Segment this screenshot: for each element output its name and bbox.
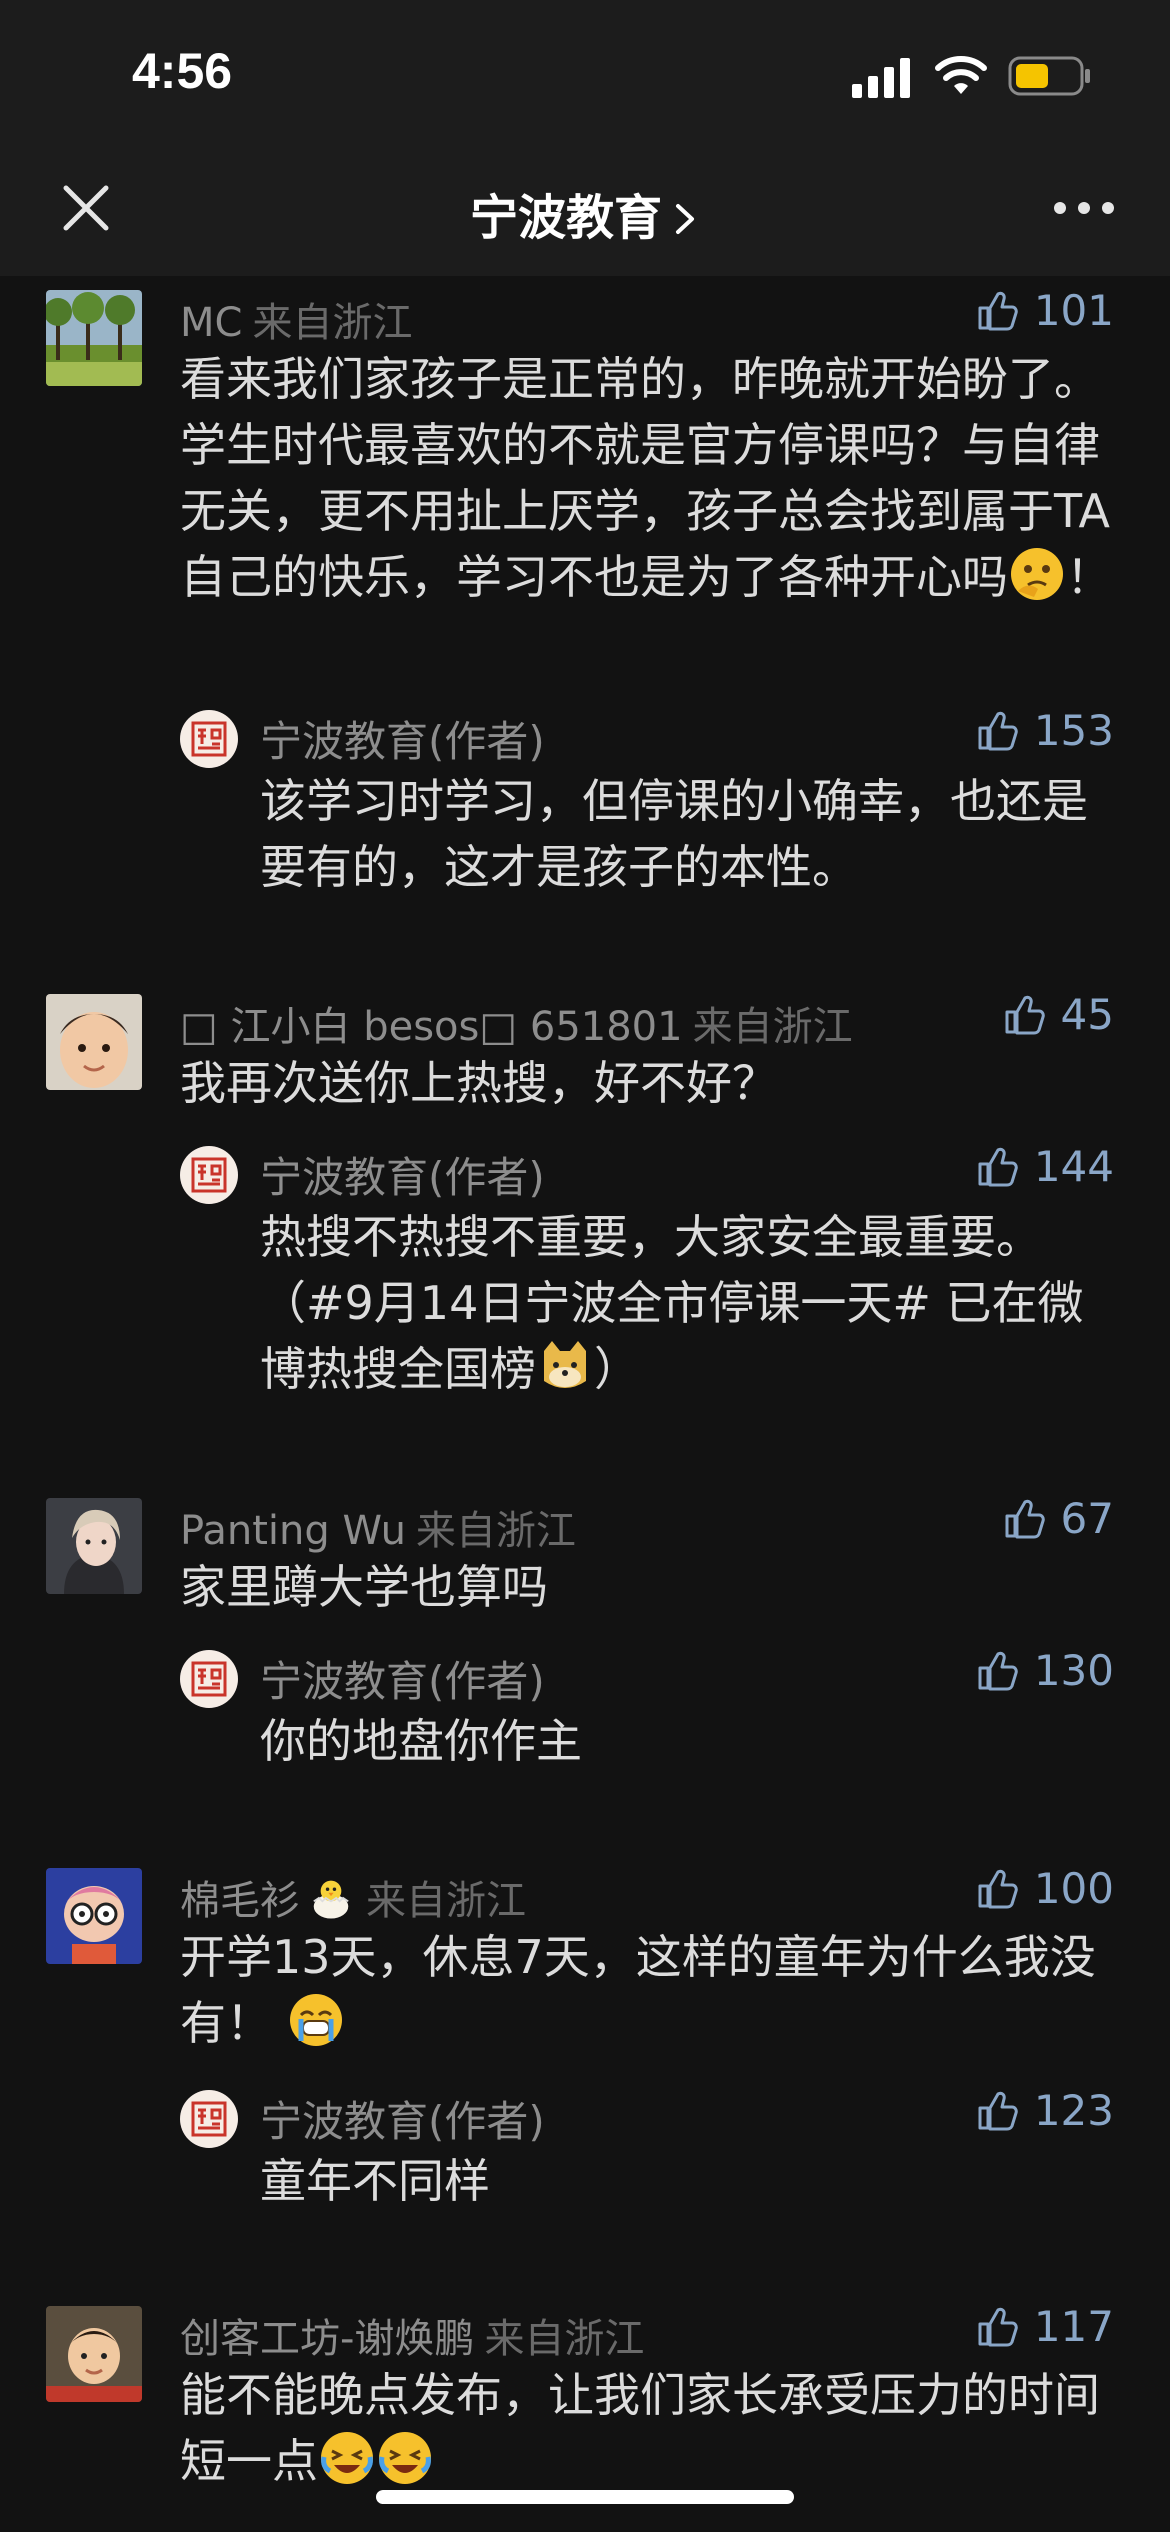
like-button[interactable]: 100 [974, 1864, 1114, 1913]
reply-like-button[interactable]: 130 [974, 1646, 1114, 1695]
crying-emoji [289, 1994, 342, 2046]
commenter-name[interactable]: 棉毛衫 来自浙江 [180, 1868, 526, 1926]
seal-logo-icon [180, 1650, 238, 1708]
commenter-location: 来自浙江 [415, 1508, 576, 1554]
like-button[interactable]: 45 [1001, 990, 1114, 1039]
commenter-name[interactable]: MC 来自浙江 [180, 290, 412, 348]
like-button[interactable]: 101 [974, 286, 1114, 335]
woman-avatar-image [46, 1498, 142, 1594]
page-title[interactable]: 宁波教育 [0, 178, 1170, 248]
reply-like-count: 153 [1033, 706, 1114, 755]
page-title-text: 宁波教育 [469, 190, 662, 246]
battery-icon [1008, 56, 1090, 96]
seal-logo-icon [180, 1146, 238, 1204]
status-time: 4:56 [132, 43, 233, 99]
like-count: 45 [1060, 990, 1114, 1039]
more-icon[interactable] [1052, 188, 1116, 228]
avatar[interactable] [46, 2306, 142, 2402]
commenter-name-text: 棉毛衫 [180, 1878, 300, 1924]
reply-text-suffix: ） [594, 1342, 640, 1396]
reply-like-button[interactable]: 153 [974, 706, 1114, 755]
status-bar: 4:56 [0, 0, 1170, 150]
reply-author-name[interactable]: 宁波教育(作者) [260, 1648, 545, 1709]
thumbs-up-icon [974, 1144, 1020, 1190]
reply-like-button[interactable]: 144 [974, 1142, 1114, 1191]
child-avatar-image [46, 994, 142, 1090]
thumbs-up-icon [974, 1866, 1020, 1912]
reply-text: 该学习时学习，但停课的小确幸，也还是要有的，这才是孩子的本性。 [260, 774, 1088, 894]
comment-text: 家里蹲大学也算吗 [180, 1560, 548, 1614]
commenter-name[interactable]: □ 江小白 besos□ 651801 来自浙江 [180, 994, 853, 1052]
wifi-icon [935, 56, 987, 94]
chick-emoji [313, 1880, 349, 1919]
comment-text: 看来我们家孩子是正常的，昨晚就开始盼了。学生时代最喜欢的不就是官方停课吗？与自律… [180, 346, 1125, 610]
reply-text-content: 热搜不热搜不重要，大家安全最重要。（#9月14日宁波全市停课一天# 已在微博热搜… [260, 1210, 1084, 1396]
avatar[interactable] [46, 994, 142, 1090]
comment-text-suffix: ！ [1066, 550, 1112, 604]
author-avatar[interactable] [180, 1146, 238, 1204]
thumbs-up-icon [974, 2304, 1020, 2350]
comment-text: 能不能晚点发布，让我们家长承受压力的时间短一点 [180, 2362, 1125, 2494]
commenter-location: 来自浙江 [484, 2316, 645, 2362]
like-count: 100 [1033, 1864, 1114, 1913]
reply-author-name[interactable]: 宁波教育(作者) [260, 2088, 545, 2149]
author-avatar[interactable] [180, 1650, 238, 1708]
reply-like-button[interactable]: 123 [974, 2086, 1114, 2135]
thumbs-up-icon [974, 1648, 1020, 1694]
reply-text: 童年不同样 [260, 2154, 490, 2208]
cellular-signal-icon [852, 58, 910, 98]
like-count: 101 [1033, 286, 1114, 335]
thinking-emoji [1011, 548, 1063, 600]
like-button[interactable]: 67 [1001, 1494, 1114, 1543]
commenter-name-text: Panting Wu [180, 1508, 406, 1554]
commenter-location: 来自浙江 [692, 1004, 853, 1050]
avatar[interactable] [46, 1498, 142, 1594]
baby-avatar-image [46, 2306, 142, 2402]
comment-text: 开学13天，休息7天，这样的童年为什么我没有！ [180, 1924, 1125, 2056]
commenter-name-text: □ 江小白 besos□ 651801 [180, 1004, 683, 1050]
like-button[interactable]: 117 [974, 2302, 1114, 2351]
like-count: 117 [1033, 2302, 1114, 2351]
avatar[interactable] [46, 290, 142, 386]
thumbs-up-icon [974, 708, 1020, 754]
commenter-location: 来自浙江 [366, 1878, 526, 1924]
chevron-right-icon [676, 204, 694, 234]
thumbs-up-icon [974, 2088, 1020, 2134]
commenter-name[interactable]: 创客工坊-谢焕鹏 来自浙江 [180, 2306, 644, 2364]
seal-logo-icon [180, 2090, 238, 2148]
cartoon-avatar-image [46, 1868, 142, 1964]
commenter-name[interactable]: Panting Wu 来自浙江 [180, 1498, 576, 1556]
commenter-location: 来自浙江 [252, 300, 413, 346]
thumbs-up-icon [1001, 992, 1047, 1038]
like-count: 67 [1060, 1494, 1114, 1543]
commenter-name-text: 创客工坊-谢焕鹏 [180, 2316, 475, 2362]
comment-text: 我再次送你上热搜，好不好？ [180, 1056, 778, 1110]
home-indicator[interactable] [376, 2490, 794, 2504]
laughing-tears-emoji [379, 2432, 431, 2484]
seal-logo-icon [180, 710, 238, 768]
avatar[interactable] [46, 1868, 142, 1964]
comment-text-content: 看来我们家孩子是正常的，昨晚就开始盼了。学生时代最喜欢的不就是官方停课吗？与自律… [180, 352, 1110, 604]
commenter-name-text: MC [180, 300, 243, 346]
trees-avatar-image [46, 290, 142, 386]
thumbs-up-icon [1001, 1496, 1047, 1542]
author-avatar[interactable] [180, 2090, 238, 2148]
laughing-tears-emoji [321, 2432, 373, 2484]
reply-text: 热搜不热搜不重要，大家安全最重要。（#9月14日宁波全市停课一天# 已在微博热搜… [260, 1204, 1120, 1402]
author-avatar[interactable] [180, 710, 238, 768]
navigation-bar: 宁波教育 [0, 150, 1170, 276]
doge-emoji [544, 1341, 586, 1388]
reply-text: 你的地盘你作主 [260, 1714, 582, 1768]
reply-author-name[interactable]: 宁波教育(作者) [260, 1144, 545, 1205]
thumbs-up-icon [974, 288, 1020, 334]
reply-author-name[interactable]: 宁波教育(作者) [260, 708, 545, 769]
reply-like-count: 130 [1033, 1646, 1114, 1695]
reply-like-count: 144 [1033, 1142, 1114, 1191]
reply-like-count: 123 [1033, 2086, 1114, 2135]
